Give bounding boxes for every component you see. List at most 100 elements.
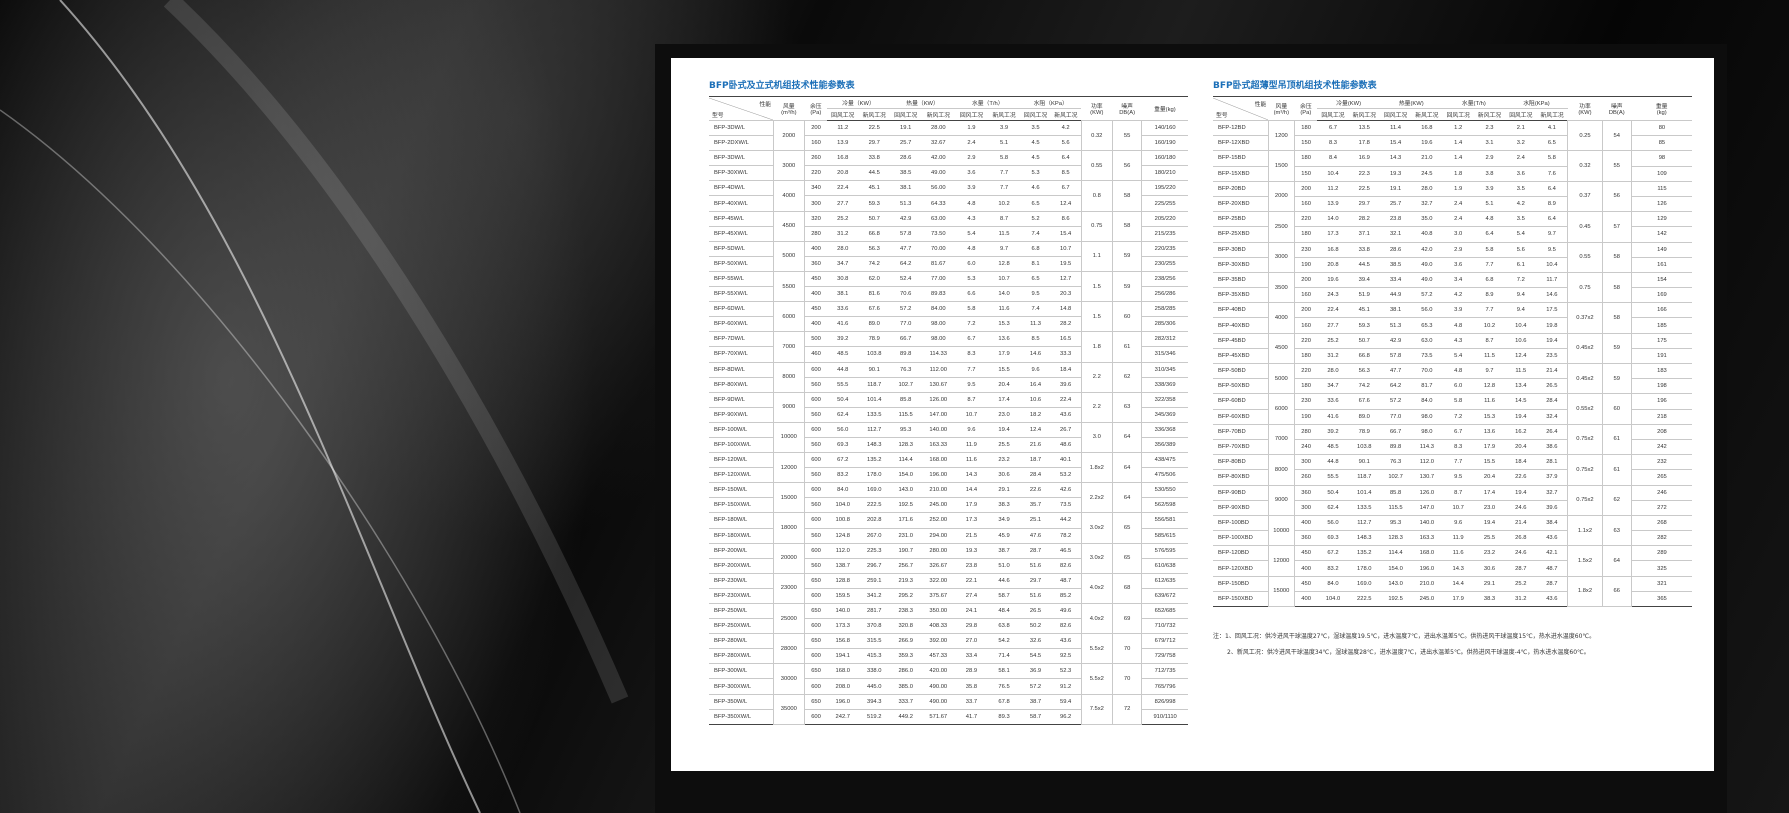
weight-cell: 98 bbox=[1631, 150, 1692, 167]
value-cell: 48.5 bbox=[1317, 439, 1349, 456]
value-cell: 338.0 bbox=[858, 663, 890, 680]
value-cell: 23.8 bbox=[1379, 211, 1412, 228]
value-cell: 43.6 bbox=[1536, 530, 1568, 547]
value-cell: 13.4 bbox=[1505, 378, 1537, 395]
value-cell: 23.0 bbox=[1473, 500, 1506, 516]
pressure-cell: 220 bbox=[804, 165, 828, 182]
value-cell: 6.5 bbox=[1020, 195, 1051, 212]
value-cell: 39.6 bbox=[1050, 377, 1082, 393]
model-cell: BFP-70XW/L bbox=[709, 346, 774, 363]
power-cell: 1.8 bbox=[1080, 331, 1114, 363]
noise-cell: 63 bbox=[1112, 392, 1143, 423]
model-cell: BFP-4DW/L bbox=[709, 180, 774, 197]
weight-cell: 154 bbox=[1631, 272, 1692, 289]
value-cell: 56.3 bbox=[1348, 363, 1380, 380]
pressure-cell: 280 bbox=[1294, 424, 1318, 440]
value-cell: 4.5 bbox=[1020, 150, 1051, 167]
value-cell: 5.8 bbox=[987, 150, 1021, 167]
airflow-cell: 7000 bbox=[772, 331, 806, 363]
value-cell: 27.7 bbox=[1317, 317, 1349, 334]
value-cell: 20.4 bbox=[1473, 469, 1506, 486]
value-cell: 9.5 bbox=[1536, 242, 1568, 258]
value-cell: 25.1 bbox=[1020, 512, 1051, 529]
left-table-body: BFP-3DW/L 2000 200 11.2 22.5 19.1 28.00 1.9 3.9 3… bbox=[709, 120, 1188, 725]
value-cell: 4.8 bbox=[1473, 211, 1506, 228]
value-cell: 10.4 bbox=[1536, 257, 1568, 273]
value-cell: 457.33 bbox=[921, 648, 956, 665]
value-cell: 101.4 bbox=[1348, 485, 1380, 501]
model-cell: BFP-35XBD bbox=[1213, 287, 1269, 304]
value-cell: 8.1 bbox=[1020, 256, 1051, 272]
pressure-cell: 160 bbox=[1294, 196, 1318, 213]
value-cell: 10.4 bbox=[1317, 166, 1349, 182]
value-cell: 9.5 bbox=[1442, 469, 1474, 486]
weight-cell: 652/685 bbox=[1141, 603, 1188, 620]
model-cell: BFP-20XBD bbox=[1213, 196, 1269, 213]
airflow-cell: 12000 bbox=[1267, 545, 1295, 577]
value-cell: 45.1 bbox=[858, 180, 890, 197]
value-cell: 196.00 bbox=[921, 467, 956, 484]
value-cell: 126.0 bbox=[1411, 485, 1443, 501]
model-cell: BFP-40XW/L bbox=[709, 195, 774, 212]
power-cell: 0.37x2 bbox=[1567, 302, 1603, 334]
value-cell: 156.8 bbox=[827, 633, 859, 650]
value-cell: 24.3 bbox=[1317, 287, 1349, 304]
value-cell: 85.2 bbox=[1050, 588, 1082, 605]
resist-header: 水阻(KPa) bbox=[1505, 96, 1568, 109]
value-cell: 519.2 bbox=[858, 709, 890, 725]
value-cell: 15.5 bbox=[987, 362, 1021, 378]
pressure-cell: 200 bbox=[1294, 272, 1318, 289]
value-cell: 3.5 bbox=[1020, 120, 1051, 137]
value-cell: 26.5 bbox=[1536, 378, 1568, 395]
value-cell: 84.00 bbox=[921, 301, 956, 318]
value-cell: 256.7 bbox=[889, 558, 922, 574]
value-cell: 320.8 bbox=[889, 618, 922, 635]
weight-cell: 475/506 bbox=[1141, 467, 1188, 484]
value-cell: 19.1 bbox=[1379, 181, 1412, 197]
value-cell: 70.6 bbox=[889, 286, 922, 303]
value-cell: 6.0 bbox=[955, 256, 988, 272]
pressure-cell: 460 bbox=[804, 346, 828, 363]
weight-cell: 191 bbox=[1631, 348, 1692, 365]
value-cell: 104.0 bbox=[1317, 591, 1349, 608]
weight-header: 重量(kg) bbox=[1631, 96, 1692, 121]
value-cell: 11.6 bbox=[987, 301, 1021, 318]
noise-cell: 56 bbox=[1601, 181, 1632, 213]
value-cell: 7.7 bbox=[1473, 257, 1506, 273]
value-cell: 89.0 bbox=[1348, 409, 1380, 425]
value-cell: 48.7 bbox=[1050, 573, 1082, 589]
power-cell: 3.0 bbox=[1080, 422, 1114, 454]
value-cell: 7.2 bbox=[1505, 272, 1537, 289]
value-cell: 14.4 bbox=[955, 482, 988, 499]
model-cell: BFP-35BD bbox=[1213, 272, 1269, 289]
airflow-cell: 10000 bbox=[772, 422, 806, 454]
noise-cell: 58 bbox=[1601, 272, 1632, 304]
airflow-cell: 30000 bbox=[772, 663, 806, 695]
model-cell: BFP-7DW/L bbox=[709, 331, 774, 348]
value-cell: 30.6 bbox=[1473, 560, 1506, 577]
power-cell: 0.32 bbox=[1567, 150, 1603, 182]
value-cell: 3.5 bbox=[1505, 211, 1537, 228]
value-cell: 143.0 bbox=[1379, 576, 1412, 592]
noise-cell: 68 bbox=[1112, 573, 1143, 605]
value-cell: 33.7 bbox=[955, 694, 988, 710]
value-cell: 62.4 bbox=[1317, 500, 1349, 516]
value-cell: 5.4 bbox=[1505, 226, 1537, 243]
value-cell: 4.2 bbox=[1505, 196, 1537, 213]
value-cell: 9.6 bbox=[1020, 362, 1051, 378]
airflow-cell: 12000 bbox=[772, 452, 806, 484]
table-row: BFP-45W/L 4500 320 25.2 50.7 42.9 63.00 4.3 8.7 5… bbox=[709, 211, 1188, 242]
value-cell: 11.6 bbox=[1442, 545, 1474, 562]
value-cell: 18.2 bbox=[1020, 407, 1051, 423]
pressure-cell: 220 bbox=[1294, 211, 1318, 228]
value-cell: 33.6 bbox=[827, 301, 859, 318]
value-cell: 178.0 bbox=[858, 467, 890, 484]
weight-cell: 910/1110 bbox=[1141, 709, 1188, 725]
power-cell: 0.45x2 bbox=[1567, 333, 1603, 365]
value-cell: 10.2 bbox=[1473, 317, 1506, 334]
value-cell: 39.2 bbox=[827, 331, 859, 348]
value-cell: 28.2 bbox=[1050, 316, 1082, 333]
weight-cell: 169 bbox=[1631, 287, 1692, 304]
noise-cell: 58 bbox=[1601, 302, 1632, 334]
weight-cell: 85 bbox=[1631, 135, 1692, 152]
